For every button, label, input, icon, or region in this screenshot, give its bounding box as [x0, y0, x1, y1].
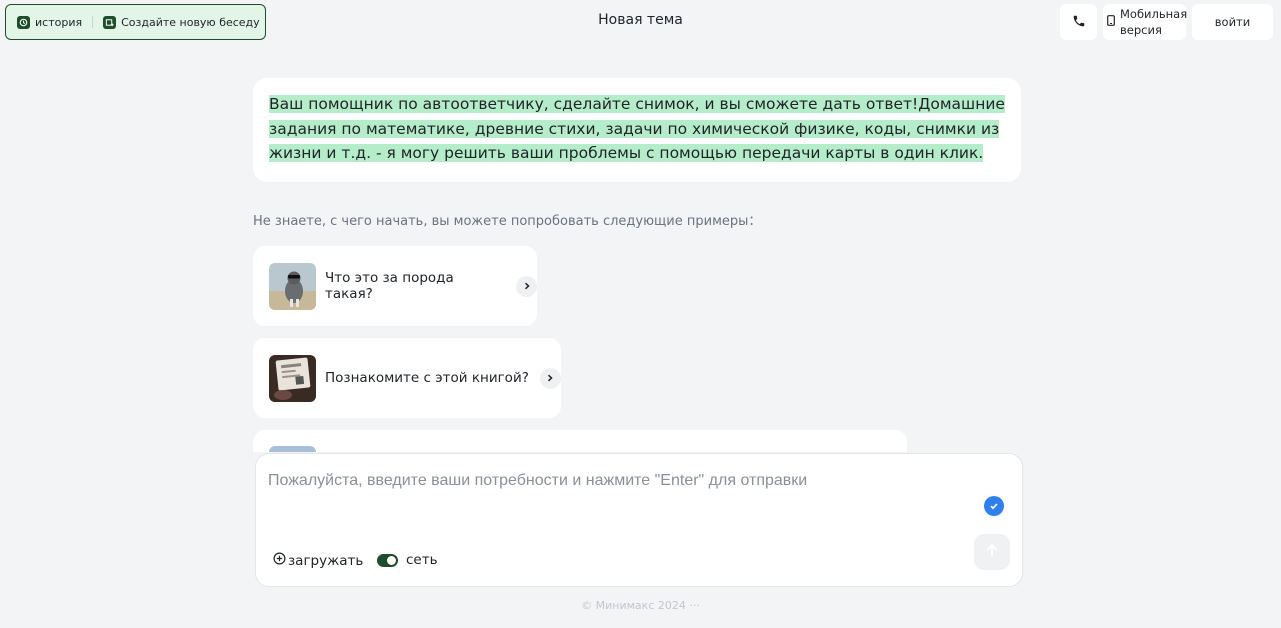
- network-toggle[interactable]: сеть: [377, 552, 438, 568]
- arrow-up-icon: [984, 542, 1000, 562]
- example-card-breed[interactable]: Что это за порода такая?: [253, 246, 537, 326]
- mobile-label-line1: Мобильная: [1120, 7, 1188, 21]
- chevron-right-icon: [539, 367, 561, 389]
- upload-button[interactable]: загружать: [273, 552, 363, 569]
- toggle-switch[interactable]: [377, 553, 398, 567]
- check-icon[interactable]: [984, 496, 1004, 516]
- intro-text: Ваш помощник по автоответчику, сделайте …: [269, 92, 1005, 166]
- cat-photo-icon: [269, 262, 316, 310]
- intro-highlight: Ваш помощник по автоответчику, сделайте …: [269, 95, 1005, 162]
- footer-copyright: © Минимакс 2024 ···: [581, 599, 700, 612]
- message-composer: загружать сеть: [255, 453, 1023, 587]
- photo-icon: [269, 446, 316, 452]
- phone-icon: [1072, 14, 1086, 31]
- example-label: Что это за порода такая?: [325, 270, 454, 302]
- top-right-toolbar: Мобильная версия войти: [1060, 4, 1273, 40]
- example-label: Познакомите с этой книгой?: [325, 370, 529, 386]
- example-card-partial[interactable]: [253, 430, 907, 452]
- upload-label: загружать: [288, 552, 364, 569]
- intro-card: Ваш помощник по автоответчику, сделайте …: [253, 78, 1021, 182]
- send-button[interactable]: [974, 534, 1010, 570]
- chevron-right-icon: [516, 275, 537, 297]
- examples-hint: Не знаете, с чего начать, вы можете попр…: [253, 214, 762, 229]
- network-label: сеть: [406, 552, 438, 568]
- message-input[interactable]: [268, 472, 968, 512]
- mobile-version-button[interactable]: Мобильная версия: [1103, 4, 1187, 40]
- mobile-icon: [1107, 14, 1115, 30]
- plus-circle-icon: [273, 552, 286, 569]
- page: история Создайте новую беседу Новая тема…: [0, 0, 1281, 628]
- book-photo-icon: [269, 354, 316, 402]
- phone-button[interactable]: [1060, 4, 1097, 40]
- login-button[interactable]: войти: [1192, 4, 1273, 40]
- example-card-book[interactable]: Познакомите с этой книгой?: [253, 338, 561, 418]
- mobile-version-label: Мобильная версия: [1120, 6, 1187, 38]
- mobile-label-line2: версия: [1120, 23, 1162, 37]
